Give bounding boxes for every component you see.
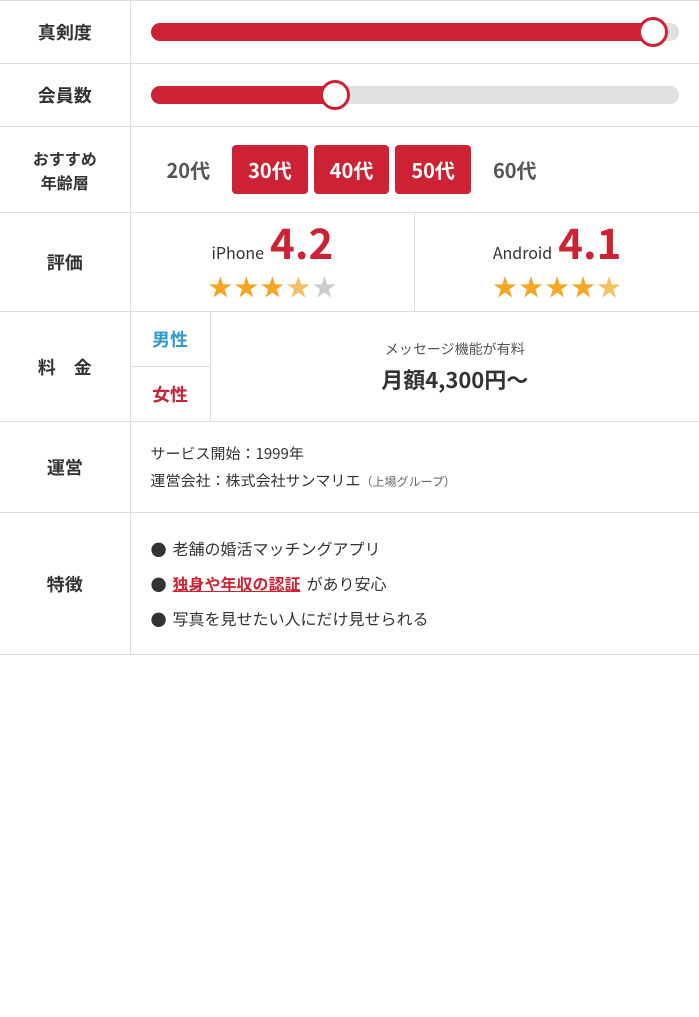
price-content: 男性 女性 メッセージ機能が有料 月額4,300円〜 xyxy=(130,312,699,422)
features-list: 老舗の婚活マッチングアプリ 独身や年収の認証があり安心 写真を見せたい人にだけ見… xyxy=(151,531,680,636)
a-star-1: ★ xyxy=(493,268,517,303)
star-4: ★ xyxy=(286,268,310,303)
members-fill xyxy=(151,86,336,104)
members-row: 会員数 xyxy=(0,64,699,127)
seriousness-slider xyxy=(151,19,680,45)
members-slider xyxy=(151,82,680,108)
seriousness-label: 真剣度 xyxy=(0,1,130,64)
operation-line-2: 運営会社：株式会社サンマリエ（上場グループ） xyxy=(151,467,680,494)
price-note: メッセージ機能が有料 xyxy=(385,339,525,359)
iphone-score: 4.2 xyxy=(270,221,333,263)
seriousness-fill xyxy=(151,23,653,41)
feature-item-1: 老舗の婚活マッチングアプリ xyxy=(151,531,680,566)
info-table: 真剣度 会員数 おすすめ年齢層 20代 xyxy=(0,0,699,655)
operation-note: （上場グループ） xyxy=(361,473,456,490)
star-3: ★ xyxy=(260,268,284,303)
operation-text: サービス開始：1999年 運営会社：株式会社サンマリエ（上場グループ） xyxy=(151,440,680,494)
iphone-stars: ★ ★ ★ ★ ★ xyxy=(208,268,336,303)
price-section: 男性 女性 メッセージ機能が有料 月額4,300円〜 xyxy=(131,312,699,421)
members-content xyxy=(130,64,699,127)
feature-highlight: 独身や年収の認証 xyxy=(173,571,301,595)
male-label: 男性 xyxy=(131,312,210,367)
age-40s: 40代 xyxy=(314,145,390,194)
operation-line-1: サービス開始：1999年 xyxy=(151,440,680,467)
operation-content: サービス開始：1999年 運営会社：株式会社サンマリエ（上場グループ） xyxy=(130,422,699,513)
price-amount: 月額4,300円〜 xyxy=(381,363,528,395)
members-label: 会員数 xyxy=(0,64,130,127)
operation-label: 運営 xyxy=(0,422,130,513)
female-label: 女性 xyxy=(131,367,210,421)
a-star-3: ★ xyxy=(545,268,569,303)
age-30s: 30代 xyxy=(232,145,308,194)
feature-item-3: 写真を見せたい人にだけ見せられる xyxy=(151,601,680,636)
star-2: ★ xyxy=(234,268,258,303)
age-range-row: おすすめ年齢層 20代 30代 40代 50代 60代 xyxy=(0,127,699,213)
iphone-rating: iPhone 4.2 ★ ★ ★ ★ ★ xyxy=(131,213,416,311)
age-range-content: 20代 30代 40代 50代 60代 xyxy=(130,127,699,213)
features-row: 特徴 老舗の婚活マッチングアプリ 独身や年収の認証があり安心 写真を見せたい人に… xyxy=(0,513,699,655)
seriousness-row: 真剣度 xyxy=(0,1,699,64)
age-range-items: 20代 30代 40代 50代 60代 xyxy=(151,145,680,194)
age-range-label: おすすめ年齢層 xyxy=(0,127,130,213)
a-star-5: ★ xyxy=(597,268,621,303)
feature-item-2: 独身や年収の認証があり安心 xyxy=(151,566,680,601)
price-label: 料 金 xyxy=(0,312,130,422)
members-thumb xyxy=(320,80,350,110)
rating-row: 評価 iPhone 4.2 ★ ★ ★ ★ ★ xyxy=(0,213,699,312)
android-score: 4.1 xyxy=(558,221,621,263)
features-content: 老舗の婚活マッチングアプリ 独身や年収の認証があり安心 写真を見せたい人にだけ見… xyxy=(130,513,699,655)
features-label: 特徴 xyxy=(0,513,130,655)
star-1: ★ xyxy=(208,268,232,303)
star-5: ★ xyxy=(312,268,336,303)
operation-row: 運営 サービス開始：1999年 運営会社：株式会社サンマリエ（上場グループ） xyxy=(0,422,699,513)
a-star-2: ★ xyxy=(519,268,543,303)
gender-column: 男性 女性 xyxy=(131,312,211,421)
android-platform: Android xyxy=(493,240,552,264)
seriousness-content xyxy=(130,1,699,64)
android-rating-row: Android 4.1 xyxy=(493,221,622,264)
a-star-4: ★ xyxy=(571,268,595,303)
price-detail: メッセージ機能が有料 月額4,300円〜 xyxy=(211,312,699,421)
android-stars: ★ ★ ★ ★ ★ xyxy=(493,268,621,303)
members-track xyxy=(151,86,680,104)
age-50s: 50代 xyxy=(395,145,471,194)
rating-section: iPhone 4.2 ★ ★ ★ ★ ★ Android 4.1 xyxy=(131,213,699,311)
iphone-rating-row: iPhone 4.2 xyxy=(211,221,333,264)
android-rating: Android 4.1 ★ ★ ★ ★ ★ xyxy=(415,213,699,311)
rating-content: iPhone 4.2 ★ ★ ★ ★ ★ Android 4.1 xyxy=(130,213,699,312)
iphone-platform: iPhone xyxy=(211,240,264,264)
seriousness-thumb xyxy=(638,17,668,47)
price-row: 料 金 男性 女性 メッセージ機能が有料 月額4,300円〜 xyxy=(0,312,699,422)
age-60s: 60代 xyxy=(477,145,553,194)
rating-label: 評価 xyxy=(0,213,130,312)
seriousness-track xyxy=(151,23,680,41)
age-20s: 20代 xyxy=(151,145,227,194)
